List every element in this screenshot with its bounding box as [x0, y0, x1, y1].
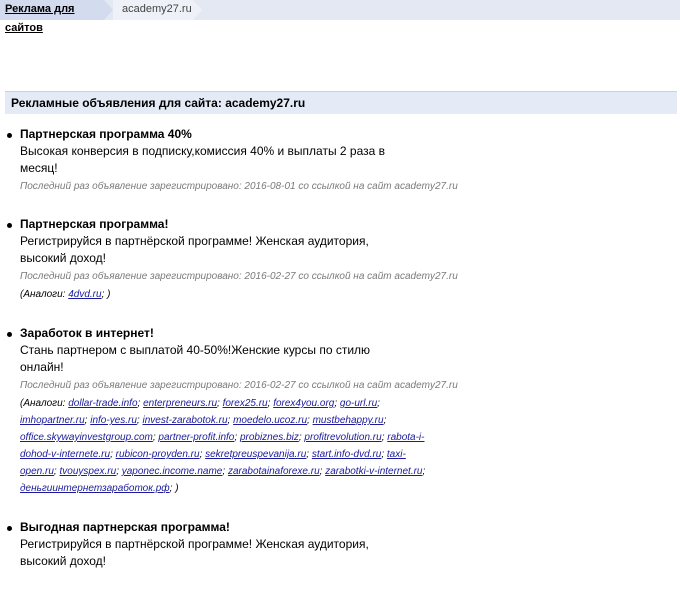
ad-title: Заработок в интернет!: [20, 326, 154, 340]
ad-title: Партнерская программа 40%: [20, 127, 192, 141]
ad-registration-note: Последний раз объявление зарегистрирован…: [20, 380, 458, 391]
analog-site-link[interactable]: tvouyspex.ru: [59, 466, 116, 477]
ad-title: Выгодная партнерская программа!: [20, 520, 230, 534]
breadcrumb-current: academy27.ru: [113, 0, 193, 20]
analog-site-link[interactable]: forex4you.org: [273, 398, 334, 409]
ad-analogs: (Аналоги: dollar-trade.info; enterpreneu…: [20, 398, 426, 494]
analog-site-link[interactable]: moedelo.ucoz.ru: [233, 415, 307, 426]
analog-site-link[interactable]: zarabotki-v-internet.ru: [325, 466, 422, 477]
ad-item: Выгодная партнерская программа! Регистрир…: [0, 519, 680, 570]
breadcrumb-root-link[interactable]: Реклама для сайтов: [5, 3, 74, 34]
ad-analogs: (Аналоги: 4dvd.ru; ): [20, 289, 111, 300]
breadcrumb: Реклама для сайтов academy27.ru: [0, 0, 680, 34]
ad-registration-note: Последний раз объявление зарегистрирован…: [20, 271, 458, 282]
analog-site-link[interactable]: zarabotainaforexe.ru: [228, 466, 320, 477]
analog-site-link[interactable]: probiznes.biz: [240, 432, 299, 443]
analog-site-link[interactable]: деньгиинтернетзаработок.рф: [20, 483, 170, 494]
analogs-prefix: (Аналоги:: [20, 289, 66, 300]
section-title: Рекламные объявления для сайта: academy2…: [5, 91, 677, 114]
analog-site-link[interactable]: sekretpreuspevanija.ru: [205, 449, 306, 460]
ad-list: Партнерская программа 40% Высокая конверс…: [0, 126, 680, 592]
ad-item: Партнерская программа 40% Высокая конверс…: [0, 126, 680, 194]
ad-description: Регистрируйся в партнёрской программе! Ж…: [20, 234, 369, 265]
ad-description: Высокая конверсия в подписку,комиссия 40…: [20, 144, 386, 175]
analog-site-link[interactable]: profitrevolution.ru: [304, 432, 381, 443]
analog-site-link[interactable]: start.info-dvd.ru: [312, 449, 381, 460]
analog-site-link[interactable]: 4dvd.ru: [68, 289, 101, 300]
analog-site-link[interactable]: partner-profit.info: [158, 432, 234, 443]
analog-site-link[interactable]: rubicon-proyden.ru: [116, 449, 200, 460]
ad-title: Партнерская программа!: [20, 217, 169, 231]
analog-site-link[interactable]: dollar-trade.info: [68, 398, 137, 409]
ad-description: Стань партнером с выплатой 40-50%!Женски…: [20, 343, 371, 374]
analogs-suffix: ): [175, 483, 179, 494]
ad-description: Регистрируйся в партнёрской программе! Ж…: [20, 537, 369, 568]
analog-site-link[interactable]: info-yes.ru: [90, 415, 137, 426]
analog-site-link[interactable]: invest-zarabotok.ru: [142, 415, 227, 426]
analog-site-link[interactable]: imhopartner.ru: [20, 415, 85, 426]
breadcrumb-end-arrow: [193, 0, 202, 20]
analog-site-link[interactable]: go-url.ru: [340, 398, 377, 409]
ad-item: Заработок в интернет! Стань партнером с в…: [0, 325, 680, 497]
analog-site-link[interactable]: office.skywayinvestgroup.com: [20, 432, 153, 443]
analogs-suffix: ): [107, 289, 111, 300]
ad-item: Партнерская программа! Регистрируйся в па…: [0, 216, 680, 303]
analog-site-link[interactable]: mustbehappy.ru: [313, 415, 384, 426]
analogs-prefix: (Аналоги:: [20, 398, 66, 409]
breadcrumb-root[interactable]: Реклама для сайтов: [0, 0, 104, 34]
breadcrumb-separator-arrow: [104, 0, 113, 20]
analog-site-link[interactable]: forex25.ru: [223, 398, 268, 409]
ad-registration-note: Последний раз объявление зарегистрирован…: [20, 181, 458, 192]
analog-site-link[interactable]: enterpreneurs.ru: [143, 398, 217, 409]
analog-site-link[interactable]: yaponec.income.name: [122, 466, 223, 477]
